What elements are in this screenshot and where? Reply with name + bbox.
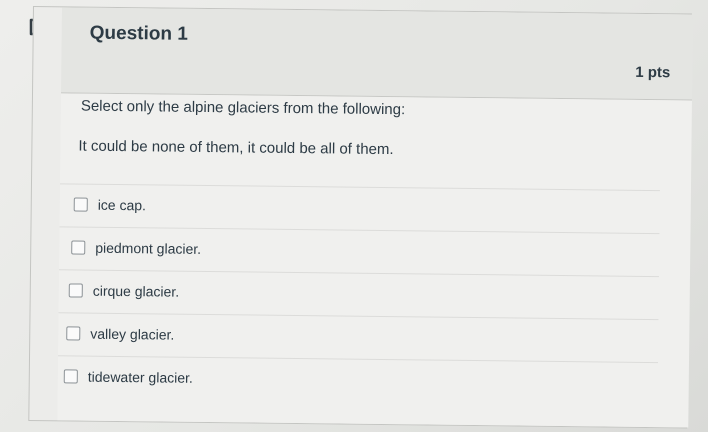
answer-checkbox[interactable] bbox=[63, 369, 78, 384]
question-points: 1 pts bbox=[635, 63, 671, 82]
answer-list: ice cap. piedmont glacier. cirque glacie… bbox=[57, 183, 660, 406]
answer-label[interactable]: ice cap. bbox=[98, 197, 146, 214]
answer-option[interactable]: cirque glacier. bbox=[58, 269, 659, 320]
answer-checkbox[interactable] bbox=[73, 197, 88, 212]
question-card: Question 1 1 pts Select only the alpine … bbox=[28, 6, 693, 429]
answer-checkbox[interactable] bbox=[71, 240, 86, 255]
answer-option[interactable]: valley glacier. bbox=[58, 312, 659, 363]
answer-option[interactable]: piedmont glacier. bbox=[59, 226, 660, 277]
answer-label[interactable]: piedmont glacier. bbox=[95, 240, 201, 257]
question-header: Question 1 1 pts bbox=[61, 7, 693, 101]
quiz-page: Question 1 1 pts Select only the alpine … bbox=[0, 0, 708, 432]
question-title: Question 1 bbox=[89, 22, 188, 45]
answer-label[interactable]: valley glacier. bbox=[90, 326, 174, 343]
question-note: It could be none of them, it could be al… bbox=[78, 137, 394, 159]
answer-label[interactable]: tidewater glacier. bbox=[88, 369, 193, 386]
answer-label[interactable]: cirque glacier. bbox=[93, 283, 180, 300]
question-body: Select only the alpine glaciers from the… bbox=[57, 93, 692, 428]
answer-option[interactable]: tidewater glacier. bbox=[57, 355, 659, 406]
answer-checkbox[interactable] bbox=[66, 326, 81, 341]
question-prompt: Select only the alpine glaciers from the… bbox=[80, 97, 406, 119]
answer-option[interactable]: ice cap. bbox=[59, 183, 660, 234]
answer-checkbox[interactable] bbox=[68, 283, 83, 298]
